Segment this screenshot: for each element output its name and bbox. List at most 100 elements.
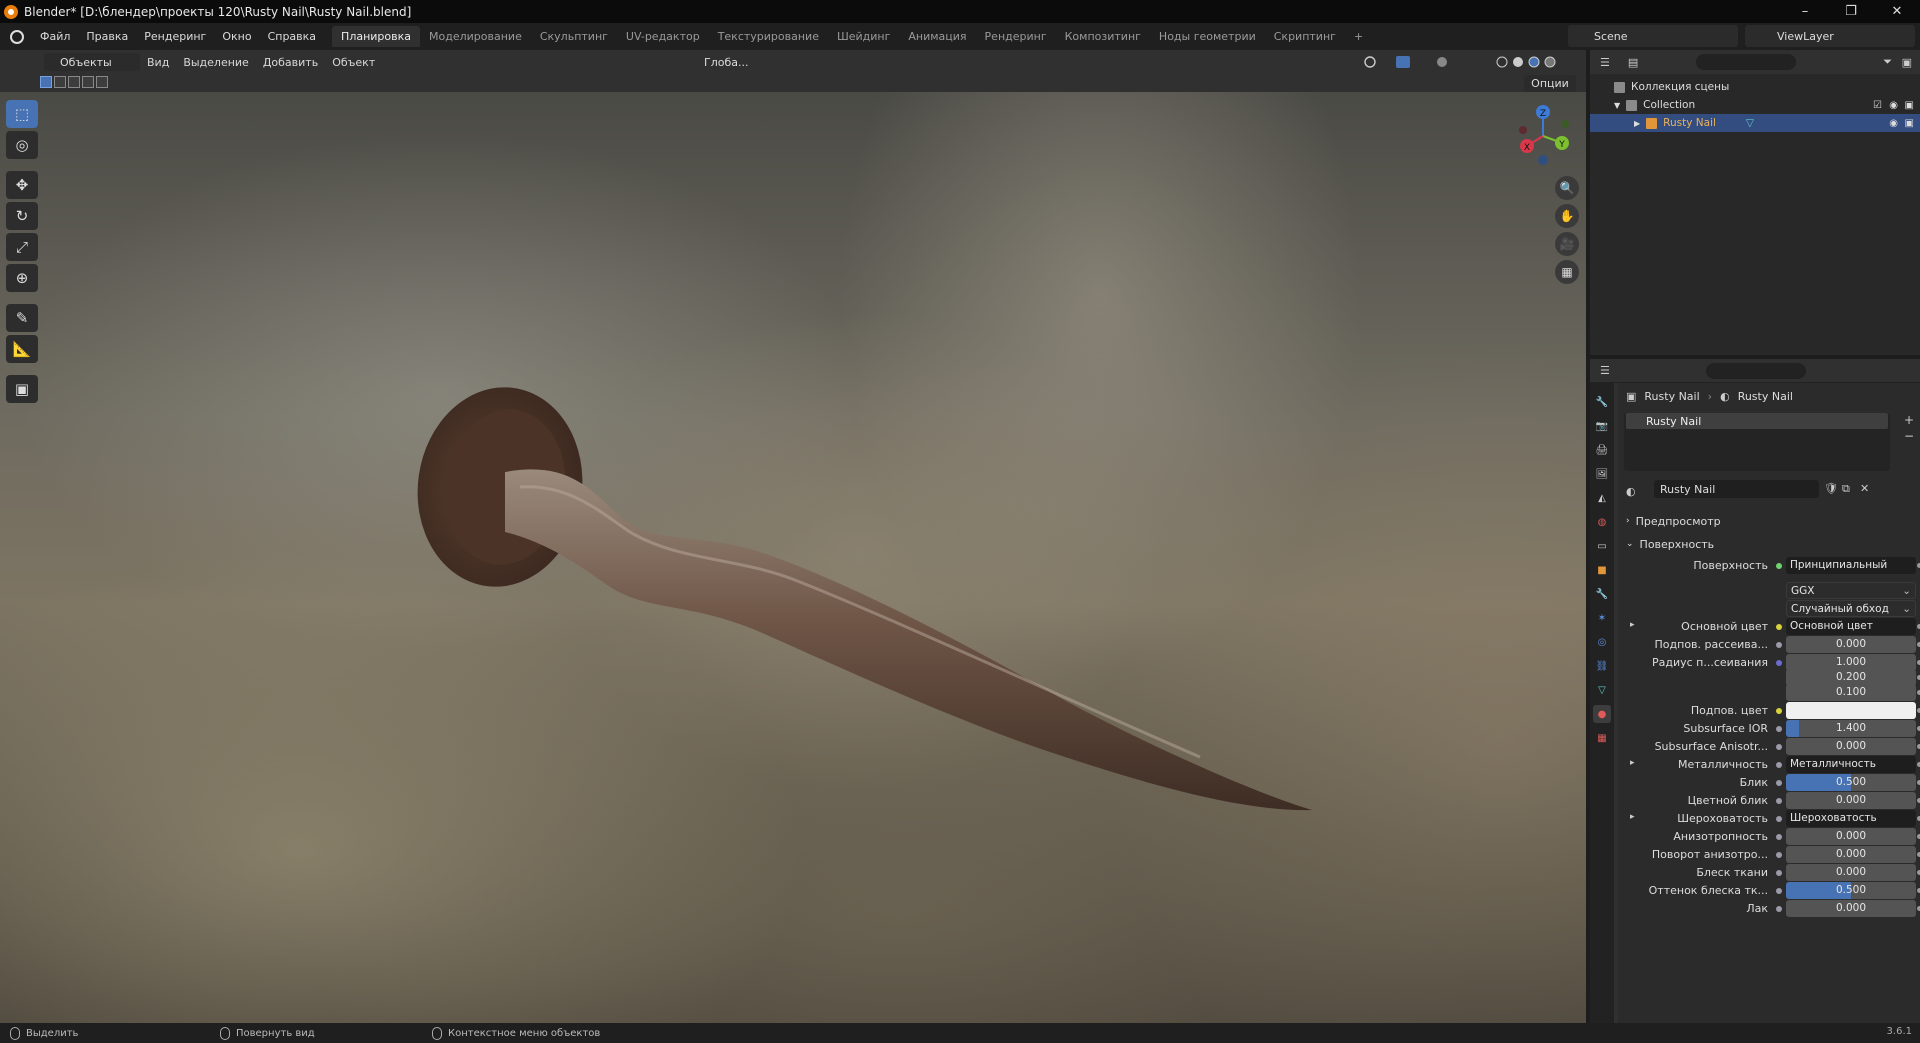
- minimize-button[interactable]: –: [1782, 0, 1828, 23]
- property-field[interactable]: 0.500: [1786, 774, 1916, 791]
- render-camera-icon[interactable]: ▣: [1905, 118, 1914, 129]
- menu-edit[interactable]: Правка: [78, 30, 136, 43]
- expand-arrow-icon[interactable]: ▶: [1634, 119, 1640, 128]
- constraints-tab-icon[interactable]: ⛓: [1593, 657, 1611, 675]
- new-collection-icon[interactable]: ▣: [1902, 56, 1912, 69]
- ortho-grid-icon[interactable]: ▦: [1555, 260, 1579, 284]
- camera-view-icon[interactable]: 🎥: [1555, 232, 1579, 256]
- expand-arrow-icon[interactable]: ▸: [1630, 620, 1635, 630]
- mode-selector[interactable]: Объекты: [44, 53, 140, 71]
- material-tab-icon[interactable]: ●: [1593, 705, 1611, 723]
- mesh-data-icon[interactable]: ▽: [1746, 117, 1754, 129]
- maximize-button[interactable]: ❐: [1828, 0, 1874, 23]
- menu-add[interactable]: Добавить: [256, 56, 325, 69]
- menu-select[interactable]: Выделение: [176, 56, 256, 69]
- socket-icon[interactable]: [1776, 798, 1782, 804]
- menu-view[interactable]: Вид: [140, 56, 176, 69]
- menu-help[interactable]: Справка: [260, 30, 324, 43]
- world-tab-icon[interactable]: ◍: [1593, 513, 1611, 531]
- property-field[interactable]: 0.000: [1786, 792, 1916, 809]
- property-dropdown[interactable]: GGX ⌄: [1786, 582, 1916, 599]
- move-tool-icon[interactable]: ✥: [6, 171, 38, 199]
- selection-mode-buttons[interactable]: [40, 76, 108, 88]
- property-field[interactable]: Металличность: [1786, 756, 1916, 773]
- tool-tab-icon[interactable]: 🔧: [1593, 393, 1611, 411]
- 3d-viewport[interactable]: ⬚ ◎ ✥ ↻ ⤢ ⊕ ✎ 📐 ▣ Z Y X 🔍 ✋ 🎥 ▦: [0, 92, 1586, 1023]
- property-field[interactable]: 0.100: [1786, 684, 1916, 701]
- property-field[interactable]: Основной цвет: [1786, 618, 1916, 635]
- socket-icon[interactable]: [1776, 780, 1782, 786]
- annotate-tool-icon[interactable]: ✎: [6, 304, 38, 332]
- viewlayer-selector[interactable]: ViewLayer: [1745, 25, 1915, 47]
- select-subtract-icon[interactable]: [68, 76, 80, 88]
- color-swatch[interactable]: [1786, 702, 1916, 719]
- scale-tool-icon[interactable]: ⤢: [6, 233, 38, 261]
- tab-rendering[interactable]: Рендеринг: [976, 26, 1056, 47]
- tab-modeling[interactable]: Моделирование: [420, 26, 531, 47]
- panel-surface[interactable]: ⌄ Поверхность: [1626, 534, 1714, 554]
- filter-icon[interactable]: ⏷: [1883, 55, 1892, 69]
- tab-uv-editing[interactable]: UV-редактор: [617, 26, 709, 47]
- socket-icon[interactable]: [1776, 870, 1782, 876]
- material-name-field[interactable]: Rusty Nail: [1654, 480, 1819, 498]
- tab-sculpting[interactable]: Скульптинг: [531, 26, 617, 47]
- expand-arrow-icon[interactable]: ▸: [1630, 812, 1635, 822]
- material-slot-list[interactable]: Rusty Nail: [1624, 413, 1890, 471]
- add-cube-tool-icon[interactable]: ▣: [6, 375, 38, 403]
- outliner-collection[interactable]: ▼ Collection ☑ ◉ ▣: [1590, 96, 1920, 114]
- outliner-scene-collection[interactable]: Коллекция сцены: [1590, 78, 1920, 96]
- zoom-icon[interactable]: 🔍: [1555, 176, 1579, 200]
- socket-icon[interactable]: [1776, 852, 1782, 858]
- expand-arrow-icon[interactable]: ▼: [1614, 101, 1620, 110]
- select-invert-icon[interactable]: [82, 76, 94, 88]
- property-field[interactable]: 0.000: [1786, 846, 1916, 863]
- property-field[interactable]: 1.400: [1786, 720, 1916, 737]
- socket-icon[interactable]: [1776, 744, 1782, 750]
- tab-scripting[interactable]: Скриптинг: [1265, 26, 1345, 47]
- tab-geometry-nodes[interactable]: Ноды геометрии: [1150, 26, 1265, 47]
- output-tab-icon[interactable]: 🖨: [1593, 441, 1611, 459]
- expand-arrow-icon[interactable]: ▸: [1630, 758, 1635, 768]
- rotate-tool-icon[interactable]: ↻: [6, 202, 38, 230]
- display-mode-icon[interactable]: ☰: [1600, 56, 1610, 69]
- rusty-nail-model[interactable]: [0, 92, 1586, 1023]
- property-dropdown[interactable]: Случайный обход ⌄: [1786, 600, 1916, 617]
- render-tab-icon[interactable]: 📷: [1593, 417, 1611, 435]
- close-button[interactable]: ✕: [1874, 0, 1920, 23]
- tab-layout[interactable]: Планировка: [332, 26, 421, 47]
- menu-window[interactable]: Окно: [214, 30, 259, 43]
- property-field[interactable]: Принципиальный BSDF: [1786, 557, 1916, 574]
- fake-user-icon[interactable]: 🛡: [1824, 482, 1838, 495]
- modifier-tab-icon[interactable]: 🔧: [1593, 585, 1611, 603]
- scene-selector[interactable]: Scene: [1568, 25, 1738, 47]
- particles-tab-icon[interactable]: ✶: [1593, 609, 1611, 627]
- select-box-tool-icon[interactable]: ⬚: [6, 100, 38, 128]
- pan-hand-icon[interactable]: ✋: [1555, 204, 1579, 228]
- editor-type-icon[interactable]: ☰: [1600, 364, 1610, 377]
- property-field[interactable]: 0.500: [1786, 882, 1916, 899]
- options-button[interactable]: Опции: [1524, 75, 1576, 92]
- property-field[interactable]: Шероховатость: [1786, 810, 1916, 827]
- tab-shading[interactable]: Шейдинг: [828, 26, 899, 47]
- scene-tab-icon[interactable]: ◭: [1593, 489, 1611, 507]
- socket-icon[interactable]: [1776, 726, 1782, 732]
- visibility-eye-icon[interactable]: ◉: [1889, 100, 1898, 111]
- cursor-tool-icon[interactable]: ◎: [6, 131, 38, 159]
- material-slot-item[interactable]: Rusty Nail: [1626, 413, 1888, 429]
- socket-icon[interactable]: [1776, 624, 1782, 630]
- property-field[interactable]: 0.000: [1786, 636, 1916, 653]
- outliner-object-rusty-nail[interactable]: ▶ Rusty Nail ▽ ◉ ▣: [1590, 114, 1920, 132]
- menu-object[interactable]: Объект: [325, 56, 382, 69]
- tab-animation[interactable]: Анимация: [899, 26, 975, 47]
- panel-preview[interactable]: › Предпросмотр: [1626, 511, 1721, 531]
- material-browse-icon[interactable]: ◐: [1626, 485, 1636, 498]
- property-field[interactable]: 0.000: [1786, 864, 1916, 881]
- socket-icon[interactable]: [1776, 906, 1782, 912]
- properties-search-input[interactable]: [1706, 363, 1806, 379]
- socket-icon[interactable]: [1776, 816, 1782, 822]
- tab-texture-paint[interactable]: Текстурирование: [709, 26, 828, 47]
- add-workspace-button[interactable]: +: [1345, 26, 1372, 47]
- outliner-search-input[interactable]: [1696, 54, 1796, 70]
- data-tab-icon[interactable]: ▽: [1593, 681, 1611, 699]
- render-camera-icon[interactable]: ▣: [1905, 100, 1914, 111]
